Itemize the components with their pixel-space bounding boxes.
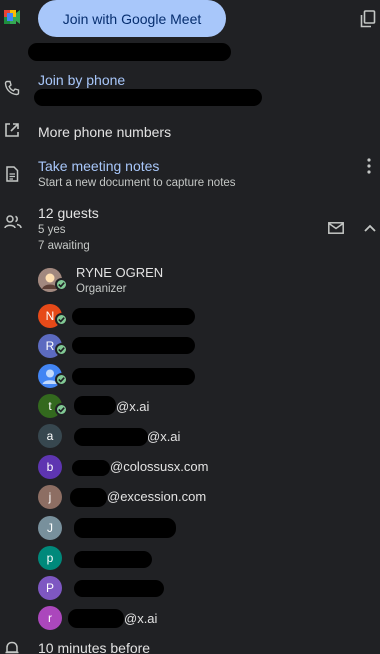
google-meet-logo-icon bbox=[4, 10, 20, 24]
guest-avatar: J bbox=[38, 516, 62, 540]
guest-name-redacted[interactable] bbox=[72, 337, 195, 354]
guest-name-redacted[interactable] bbox=[74, 580, 164, 597]
guest-email-suffix[interactable]: @x.ai bbox=[116, 399, 149, 414]
accepted-check-icon bbox=[55, 403, 68, 416]
guest-email-redacted bbox=[70, 488, 107, 507]
guests-yes-count: 5 yes bbox=[38, 224, 66, 236]
guest-name-redacted[interactable] bbox=[74, 551, 152, 568]
guest-name-redacted[interactable] bbox=[72, 368, 195, 385]
guest-email-redacted bbox=[68, 609, 124, 628]
bell-icon bbox=[5, 641, 19, 654]
guest-email-suffix[interactable]: @colossusx.com bbox=[110, 459, 208, 474]
guest-name-redacted[interactable] bbox=[72, 308, 195, 325]
notes-subtitle: Start a new document to capture notes bbox=[38, 177, 236, 189]
more-options-icon[interactable] bbox=[367, 158, 371, 174]
people-icon bbox=[4, 215, 22, 229]
guest-avatar: r bbox=[38, 606, 62, 630]
guest-avatar: b bbox=[38, 455, 62, 479]
accepted-check-icon bbox=[55, 278, 68, 291]
guest-avatar: p bbox=[38, 546, 62, 570]
guest-avatar: P bbox=[38, 576, 62, 600]
phone-number-redacted bbox=[34, 89, 262, 106]
guest-email-redacted bbox=[74, 428, 148, 446]
guest-email-suffix[interactable]: @x.ai bbox=[147, 429, 180, 444]
accepted-check-icon bbox=[55, 343, 68, 356]
document-icon bbox=[6, 166, 19, 182]
take-meeting-notes-link[interactable]: Take meeting notes bbox=[38, 158, 159, 174]
guest-email-suffix[interactable]: @excession.com bbox=[107, 489, 206, 504]
guest-avatar: j bbox=[38, 485, 62, 509]
organizer-role: Organizer bbox=[76, 283, 127, 295]
accepted-check-icon bbox=[55, 373, 68, 386]
organizer-name[interactable]: RYNE OGREN bbox=[76, 265, 163, 280]
email-guests-icon[interactable] bbox=[328, 222, 344, 234]
copy-icon[interactable] bbox=[360, 10, 376, 28]
more-phone-numbers-link[interactable]: More phone numbers bbox=[38, 124, 171, 140]
guest-email-redacted bbox=[72, 460, 110, 476]
collapse-chevron-up-icon[interactable] bbox=[364, 224, 376, 232]
guests-awaiting-count: 7 awaiting bbox=[38, 240, 90, 252]
phone-icon bbox=[4, 80, 20, 96]
guest-name-redacted[interactable] bbox=[74, 518, 176, 538]
open-in-new-icon bbox=[5, 123, 19, 137]
guest-email-suffix[interactable]: @x.ai bbox=[124, 611, 157, 626]
meet-link-redacted bbox=[28, 43, 231, 61]
join-by-phone-link[interactable]: Join by phone bbox=[38, 72, 125, 88]
reminder-label[interactable]: 10 minutes before bbox=[38, 640, 150, 654]
accepted-check-icon bbox=[55, 313, 68, 326]
join-meet-button[interactable]: Join with Google Meet bbox=[38, 0, 226, 37]
guest-email-redacted bbox=[74, 396, 116, 415]
guest-avatar: a bbox=[38, 424, 62, 448]
guest-count: 12 guests bbox=[38, 205, 99, 221]
